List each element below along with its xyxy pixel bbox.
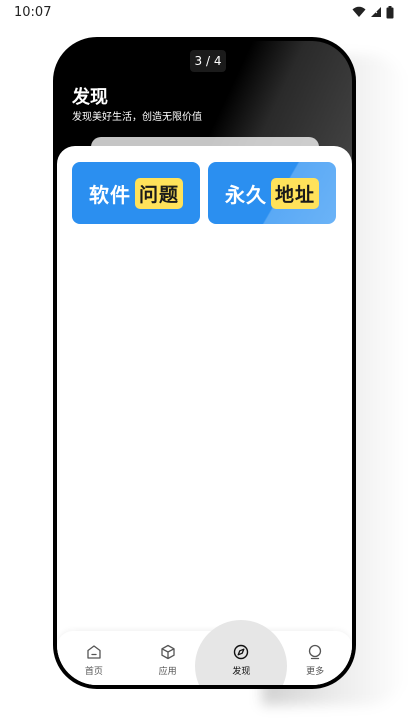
wifi-icon (352, 6, 366, 18)
status-time: 10:07 (14, 4, 52, 20)
bottom-navigation: 首页 应用 发现 更多 (57, 620, 352, 685)
tile-badge: 问题 (134, 177, 183, 209)
tile-title: 永久 (224, 182, 267, 207)
page-subtitle: 发现美好生活，创造无限价值 (72, 112, 202, 123)
nav-label: 发现 (232, 666, 251, 677)
permanent-address-tile[interactable]: 永久 地址 (208, 162, 336, 224)
nav-item-home[interactable]: 首页 (57, 631, 131, 685)
software-issues-tile[interactable]: 软件 问题 (72, 162, 200, 224)
more-icon (307, 644, 323, 660)
phone-mockup: 3 / 4 发现 发现美好生活，创造无限价值 软件 问题 永久 地址 首页 应用 (53, 37, 356, 689)
page-indicator: 3 / 4 (190, 50, 226, 72)
status-bar: 10:07 (0, 0, 408, 24)
nav-label: 首页 (84, 666, 103, 677)
nav-label: 应用 (158, 666, 177, 677)
page-title: 发现 (72, 87, 108, 108)
home-icon (86, 644, 102, 660)
nav-item-more[interactable]: 更多 (278, 631, 352, 685)
compass-icon (233, 644, 249, 660)
nav-label: 更多 (306, 666, 325, 677)
tile-badge: 地址 (270, 177, 319, 209)
nav-item-apps[interactable]: 应用 (131, 631, 205, 685)
status-icons (352, 5, 394, 19)
signal-icon (370, 6, 382, 18)
cube-icon (160, 644, 176, 660)
nav-item-discover[interactable]: 发现 (195, 620, 288, 685)
content-panel: 软件 问题 永久 地址 (57, 146, 352, 685)
battery-icon (386, 5, 394, 19)
tile-title: 软件 (88, 182, 131, 207)
